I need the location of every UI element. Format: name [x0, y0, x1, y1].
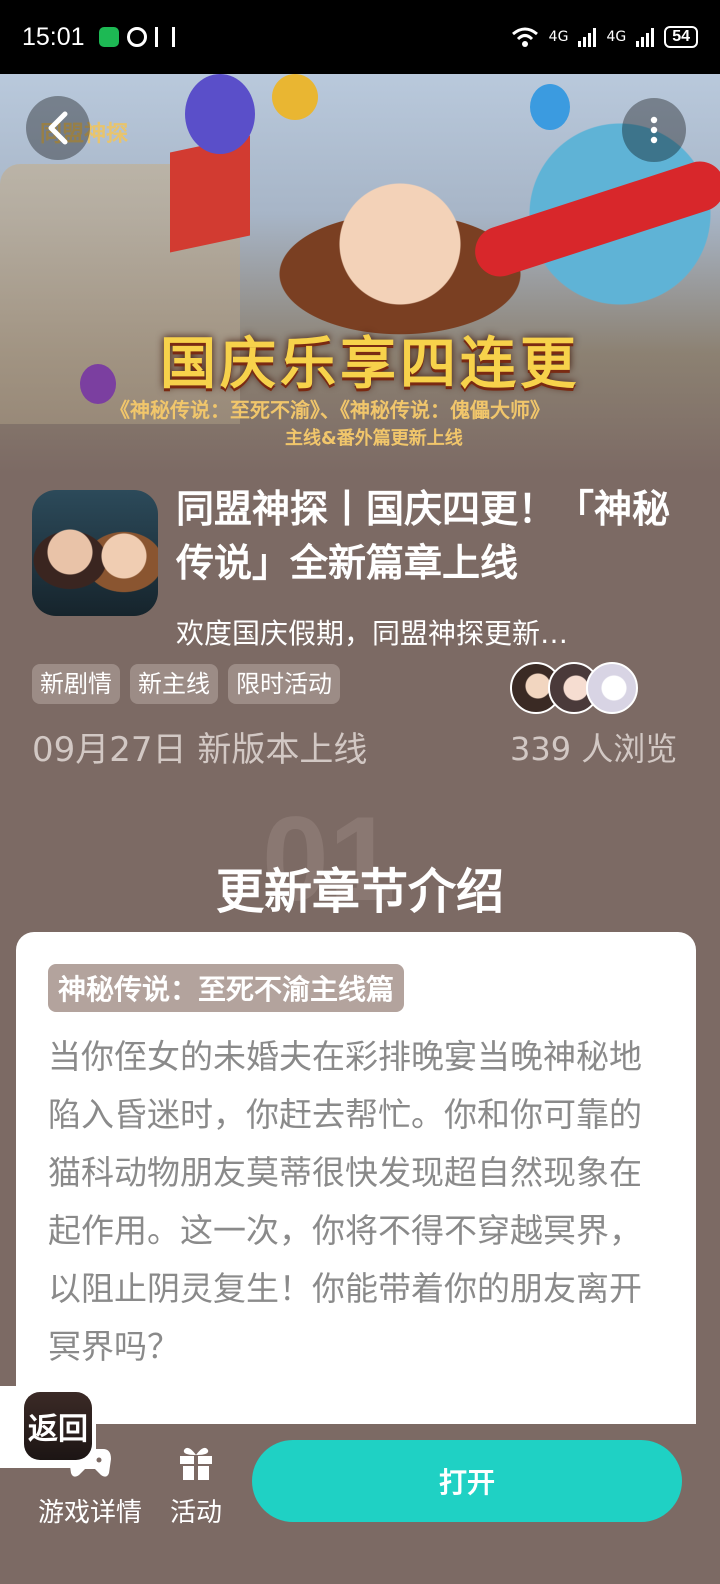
- alarm-icon: [126, 27, 147, 47]
- app-notification-icon: [98, 27, 119, 47]
- game-icon[interactable]: [32, 490, 158, 616]
- flag-illustration: [170, 135, 250, 253]
- release-date: 09月27日 新版本上线: [32, 730, 368, 770]
- activity-button[interactable]: 活动: [162, 1440, 230, 1529]
- avatar: [586, 662, 638, 714]
- chapter-tag: 神秘传说：至死不渝主线篇: [48, 964, 405, 1012]
- status-bar: 15:01 4G 4G 54: [0, 0, 720, 74]
- network-type-1: 4G: [548, 29, 569, 45]
- chapter-description: 当你侄女的未婚夫在彩排晚宴当晚神秘地陷入昏迷时，你赶去帮忙。你和你可靠的猫科动物…: [48, 1037, 642, 1366]
- viewer-avatars: [510, 662, 638, 714]
- network-type-2: 4G: [606, 29, 627, 45]
- tag-new-story[interactable]: 新剧情: [32, 664, 120, 704]
- section-title: 更新章节介绍: [215, 864, 504, 920]
- balloon-illustration: [530, 84, 570, 130]
- article-title: 同盟神探丨国庆四更！「神秘传说」全新篇章上线: [176, 487, 671, 585]
- wifi-icon: [511, 27, 538, 47]
- banner-subtitle-2: 主线&番外篇更新上线: [285, 428, 463, 449]
- game-details-label: 游戏详情: [37, 1498, 142, 1528]
- signal-2-icon: [636, 27, 655, 47]
- back-button[interactable]: [26, 96, 90, 160]
- ribbon-illustration: [468, 155, 720, 283]
- activity-label: 活动: [169, 1498, 222, 1528]
- tag-list: 新剧情 新主线 限时活动: [32, 664, 340, 704]
- view-count: 339 人浏览: [510, 730, 678, 768]
- banner-title: 国庆乐享四连更: [160, 331, 580, 397]
- status-time: 15:01: [22, 22, 85, 51]
- tag-new-mainline[interactable]: 新主线: [130, 664, 218, 704]
- banner-subtitle: 《神秘传说：至死不渝》、《神秘传说：傀儡大师》: [110, 398, 550, 422]
- battery-indicator: 54: [664, 26, 698, 48]
- tag-limited-event[interactable]: 限时活动: [228, 664, 340, 704]
- open-game-button[interactable]: 打开: [252, 1440, 682, 1522]
- more-vertical-icon: [650, 116, 658, 144]
- chevron-left-icon: [48, 111, 68, 145]
- article-subtitle: 欢度国庆假期，同盟神探更新…: [176, 617, 569, 650]
- balloon-illustration: [272, 74, 318, 120]
- gift-icon: [173, 1440, 219, 1484]
- signal-1-icon: [578, 27, 597, 47]
- chapter-card: 神秘传说：至死不渝主线篇 当你侄女的未婚夫在彩排晚宴当晚神秘地陷入昏迷时，你赶去…: [16, 932, 696, 1452]
- balloon-illustration: [185, 74, 255, 154]
- vibrate-icon: [154, 27, 175, 47]
- floating-return-button[interactable]: 返回: [24, 1392, 92, 1460]
- more-options-button[interactable]: [622, 98, 686, 162]
